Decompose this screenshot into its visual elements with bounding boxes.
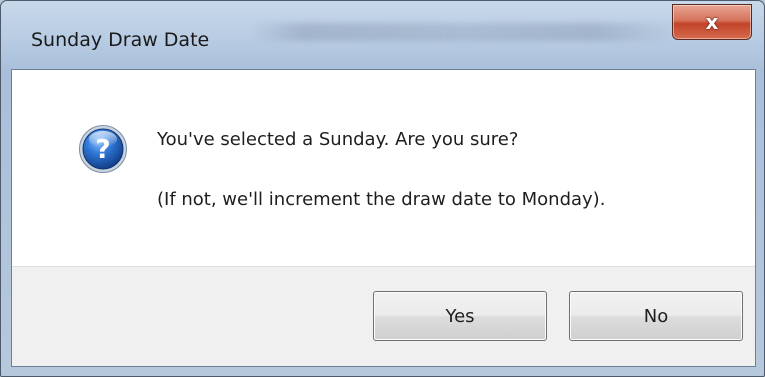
background-window-title-blur — [251, 23, 681, 41]
dialog-window: Sunday Draw Date x ? You've selected a S… — [0, 0, 765, 377]
question-icon: ? — [79, 125, 127, 173]
message-line-2: (If not, we'll increment the draw date t… — [157, 189, 606, 210]
message-area: ? You've selected a Sunday. Are you sure… — [12, 70, 755, 266]
close-icon: x — [705, 10, 719, 34]
message-line-1: You've selected a Sunday. Are you sure? — [157, 129, 519, 150]
dialog-body: ? You've selected a Sunday. Are you sure… — [11, 69, 756, 367]
close-button[interactable]: x — [672, 4, 752, 40]
title-bar[interactable]: Sunday Draw Date x — [1, 1, 764, 69]
yes-button[interactable]: Yes — [373, 291, 547, 341]
dialog-title: Sunday Draw Date — [31, 29, 210, 51]
no-button[interactable]: No — [569, 291, 743, 341]
svg-text:?: ? — [95, 135, 110, 165]
